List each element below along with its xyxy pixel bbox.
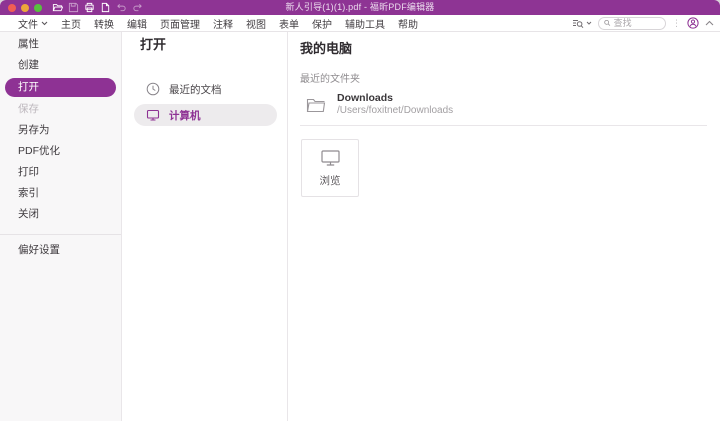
undo-icon[interactable] (116, 2, 127, 13)
chevron-down-icon (41, 21, 48, 26)
open-item-recent-documents[interactable]: 最近的文档 (134, 78, 277, 100)
sidebar-item-index[interactable]: 索引 (0, 183, 121, 204)
sidebar-item-preferences[interactable]: 偏好设置 (0, 240, 121, 261)
sidebar-divider (0, 234, 121, 235)
sidebar-item-print[interactable]: 打印 (0, 162, 121, 183)
search-icon (604, 19, 611, 27)
open-panel: 打开 最近的文档 (122, 32, 288, 421)
computer-icon (146, 108, 160, 122)
menu-protect[interactable]: 保护 (312, 16, 332, 31)
menu-edit[interactable]: 编辑 (127, 16, 147, 31)
menubar-right-tools: ⋮ (572, 17, 714, 30)
sidebar-item-pdf-optimize[interactable]: PDF优化 (0, 141, 121, 162)
sidebar-item-save[interactable]: 保存 (0, 99, 121, 120)
maximize-window-button[interactable] (34, 4, 42, 12)
menu-help[interactable]: 帮助 (398, 16, 418, 31)
redo-icon[interactable] (132, 2, 143, 13)
sidebar-item-open[interactable]: 打开 (5, 78, 116, 97)
open-panel-title: 打开 (140, 38, 287, 52)
advanced-find-button[interactable] (572, 18, 592, 29)
computer-panel-title: 我的电脑 (300, 42, 707, 56)
titlebar: 新人引导(1)(1).pdf - 福昕PDF编辑器 (0, 0, 720, 15)
backstage-view: 属性 创建 打开 保存 另存为 PDF优化 打印 索引 关闭 偏好设置 打开 (0, 32, 720, 421)
open-location-list: 最近的文档 计算机 (134, 78, 277, 126)
menu-organize[interactable]: 页面管理 (160, 16, 200, 31)
search-input[interactable] (614, 18, 660, 28)
menu-convert[interactable]: 转换 (94, 16, 114, 31)
print-icon[interactable] (84, 2, 95, 13)
menu-comment[interactable]: 注释 (213, 16, 233, 31)
folder-path: /Users/foxitnet/Downloads (337, 105, 453, 117)
sidebar-item-save-as[interactable]: 另存为 (0, 120, 121, 141)
browse-label: 浏览 (320, 173, 341, 188)
overflow-dots-icon: ⋮ (672, 19, 681, 28)
sidebar-item-properties[interactable]: 属性 (0, 34, 121, 55)
menu-file[interactable]: 文件 (18, 16, 48, 31)
menu-form[interactable]: 表单 (279, 16, 299, 31)
collapse-ribbon-button[interactable] (705, 20, 714, 26)
save-icon[interactable] (68, 2, 79, 13)
quick-access-toolbar (52, 2, 143, 13)
close-window-button[interactable] (8, 4, 16, 12)
clock-icon (146, 82, 160, 96)
menu-file-label: 文件 (18, 16, 38, 31)
search-field[interactable] (598, 17, 666, 30)
menubar: 文件 主页 转换 编辑 页面管理 注释 视图 表单 保护 辅助工具 帮助 (0, 15, 720, 32)
recent-folder-item[interactable]: Downloads /Users/foxitnet/Downloads (300, 85, 707, 126)
window-controls (8, 4, 42, 12)
minimize-window-button[interactable] (21, 4, 29, 12)
open-item-label: 计算机 (169, 108, 201, 123)
new-document-icon[interactable] (100, 2, 111, 13)
folder-icon (306, 96, 326, 113)
folder-name: Downloads (337, 92, 453, 104)
sidebar-item-close[interactable]: 关闭 (0, 204, 121, 225)
chevron-down-icon (586, 21, 592, 25)
recent-folders-label: 最近的文件夹 (300, 70, 707, 85)
account-avatar[interactable] (687, 17, 699, 29)
menu-view[interactable]: 视图 (246, 16, 266, 31)
folder-texts: Downloads /Users/foxitnet/Downloads (337, 92, 453, 117)
open-file-icon[interactable] (52, 2, 63, 13)
open-item-computer[interactable]: 计算机 (134, 104, 277, 126)
computer-panel: 我的电脑 最近的文件夹 Downloads /Users/foxitnet/Do… (288, 32, 720, 421)
menu-accessibility[interactable]: 辅助工具 (345, 16, 385, 31)
app-window: 新人引导(1)(1).pdf - 福昕PDF编辑器 文件 主页 转换 编辑 页面… (0, 0, 720, 421)
menu-home[interactable]: 主页 (61, 16, 81, 31)
computer-icon (320, 149, 341, 167)
find-icon (572, 18, 585, 29)
sidebar-item-create[interactable]: 创建 (0, 55, 121, 76)
browse-button[interactable]: 浏览 (301, 139, 359, 197)
open-item-label: 最近的文档 (169, 82, 222, 97)
backstage-sidebar: 属性 创建 打开 保存 另存为 PDF优化 打印 索引 关闭 偏好设置 (0, 32, 122, 421)
